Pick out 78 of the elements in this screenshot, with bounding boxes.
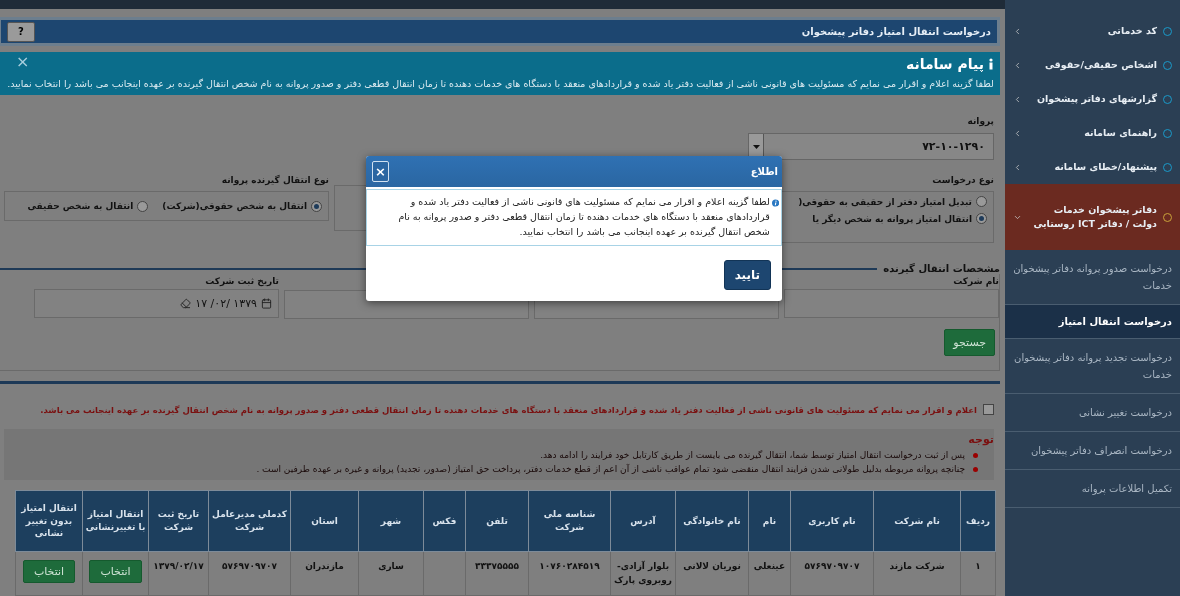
table-cell: بلوار آزادی- روبروی پارک xyxy=(610,551,676,596)
date-field[interactable]: ۱۳۷۹ /۰۲/ ۱۷ xyxy=(34,289,279,318)
help-button[interactable]: ? xyxy=(7,21,35,42)
page-title: درخواست انتقال امتیاز دفاتر پیشخوان xyxy=(801,26,991,37)
info-icon xyxy=(988,58,994,70)
sidebar-item[interactable]: کد خدماتی xyxy=(1005,14,1180,48)
sidebar-item[interactable]: راهنمای سامانه xyxy=(1005,116,1180,150)
submenu-item[interactable]: درخواست تجدید پروانه دفاتر پیشخوان خدمات xyxy=(1005,339,1180,394)
table-cell: نوریان لالانی xyxy=(675,551,749,596)
sidebar-item[interactable]: پیشنهاد/خطای سامانه xyxy=(1005,150,1180,184)
select-button[interactable]: انتخاب xyxy=(89,560,142,583)
chevron-icon xyxy=(1013,128,1022,138)
radio-option[interactable]: انتقال به شخص حقیقی xyxy=(27,200,149,212)
caret-icon xyxy=(752,144,760,149)
table-cell: ۱ xyxy=(960,551,996,596)
radio-option[interactable]: انتقال به شخص حقوقی(شرکت) xyxy=(162,200,322,212)
group-label: نوع درخواست xyxy=(932,175,994,185)
column-header: انتقال امتیاز بدون تغییر نشانی xyxy=(15,490,83,552)
sidebar-item[interactable]: دفاتر پیشخوان خدمات دولت / دفاتر ICT روستایی xyxy=(1005,184,1180,250)
column-header: تاریخ ثبت شرکت xyxy=(148,490,209,552)
message-title: پیام سامانه xyxy=(905,56,984,72)
chevron-icon xyxy=(1013,26,1022,36)
column-header: فکس xyxy=(423,490,466,552)
radio-option[interactable]: انتقال امتیاز پروانه به شخص دیگر یا xyxy=(771,213,987,224)
chevron-icon xyxy=(1013,162,1022,172)
column-header: ردیف xyxy=(960,490,996,552)
table-cell: شرکت مازند xyxy=(873,551,961,596)
column-header: نام xyxy=(748,490,791,552)
chevron-icon xyxy=(1013,94,1022,104)
column-header: نام شرکت xyxy=(873,490,961,552)
confirm-button[interactable]: تایید xyxy=(723,259,771,290)
column-header: کدملی مدیرعامل شرکت xyxy=(208,490,291,552)
declaration-checkbox[interactable]: اعلام و اقرار می نمایم که مسئولیت های قانونی ناشی از فعالیت دفتر یاد شده و قراردادهای منعقد با دستگاه های خدمات دهنده تا زمان انتقال قطعی دفتر و صدور پروانه به نام شخص انتقال گیرنده بر عهده اینجانب می باشد. xyxy=(4,404,994,415)
notes-title: توجه xyxy=(967,433,994,446)
column-header: استان xyxy=(290,490,359,552)
table-cell: عینعلی xyxy=(748,551,791,596)
company-name-field[interactable] xyxy=(784,289,999,318)
note-text: چنانچه پروانه مربوطه بدلیل طولانی شدن فرایند انتقال منقضی شود تمام عواقب ناشی از آن اعم از قطع خدمات دفتر، پرداخت حق امتیاز (صدور، تجدید) پروانه و غیره بر عهده طرفین است . xyxy=(256,464,965,474)
field-label: تاریخ ثبت شرکت xyxy=(204,276,279,286)
table-cell: ۱۳۷۹/۰۲/۱۷ xyxy=(148,551,209,596)
table-cell: ۱۰۷۶۰۲۸۴۵۱۹ xyxy=(528,551,611,596)
column-header: انتقال امتیاز با تغییرنشانی xyxy=(82,490,149,552)
column-header: نام خانوادگی xyxy=(675,490,749,552)
field-label: پروانه xyxy=(967,116,994,126)
column-header: شناسه ملی شرکت xyxy=(528,490,611,552)
table-cell: مازندران xyxy=(290,551,359,596)
note-text: پس از ثبت درخواست انتقال امتیاز توسط شما، انتقال گیرنده می بایست از طریق کارتابل خود فرایند را ادامه دهد. xyxy=(540,450,965,460)
license-select[interactable]: ۷۲-۱۰-۱۲۹۰ xyxy=(748,133,994,160)
column-header: تلفن xyxy=(465,490,529,552)
message-text: لطفا گزینه اعلام و اقرار می نمایم که مسئولیت های قانونی ناشی از فعالیت دفتر یاد شده و قراردادهای منعقد با دستگاه های خدمات دهنده تا زمان انتقال قطعی دفتر و صدور پروانه به نام شخص انتقال گیرنده بر عهده اینجانب می باشد را انتخاب نمایید. xyxy=(6,78,994,89)
submenu-item[interactable]: درخواست تغییر نشانی xyxy=(1005,394,1180,432)
dialog-message: لطفا گزینه اعلام و اقرار می نمایم که مسئولیت های قانونی ناشی از فعالیت دفتر یاد شده و قراردادهای منعقد با دستگاه های خدمات دهنده تا زمان انتقال قطعی دفتر و صدور پروانه به نام شخص انتقال گیرنده بر عهده اینجانب می باشد را انتخاب نمایید. xyxy=(397,195,770,240)
close-button[interactable]: × xyxy=(372,161,389,182)
dialog-title: اطلاع xyxy=(750,166,778,177)
table-cell: ۵۷۶۹۷۰۹۷۰۷ xyxy=(208,551,291,596)
column-header: آدرس xyxy=(610,490,676,552)
bullet-icon xyxy=(973,466,978,472)
column-header: نام کاربری xyxy=(790,490,874,552)
section-title: مشخصات انتقال گیرنده xyxy=(883,263,1000,274)
table-cell: ساری xyxy=(358,551,424,596)
eraser-icon xyxy=(180,298,192,309)
table-cell: ۳۳۳۷۵۵۵۵ xyxy=(465,551,529,596)
column-header: شهر xyxy=(358,490,424,552)
group-label: نوع انتقال گیرنده پروانه xyxy=(221,175,329,185)
sidebar-item[interactable]: گزارشهای دفاتر پیشخوان xyxy=(1005,82,1180,116)
search-button[interactable]: جستجو xyxy=(944,329,995,356)
bullet-icon xyxy=(973,452,978,458)
submenu-item[interactable]: درخواست انتقال امتیاز xyxy=(1005,305,1180,339)
radio-option[interactable]: تبدیل امتیاز دفتر از حقیقی به حقوقی( xyxy=(771,196,987,207)
select-button[interactable]: انتخاب xyxy=(22,560,76,583)
close-button[interactable]: × xyxy=(16,52,30,71)
chevron-icon xyxy=(1013,60,1022,70)
sidebar-item[interactable]: اشخاص حقیقی/حقوقی xyxy=(1005,48,1180,82)
submenu-item[interactable]: درخواست انصراف دفاتر پیشخوان xyxy=(1005,432,1180,470)
submenu-item[interactable]: تکمیل اطلاعات پروانه xyxy=(1005,470,1180,508)
table-cell: ۵۷۶۹۷۰۹۷۰۷ xyxy=(790,551,874,596)
field-label: نام شرکت xyxy=(952,276,999,286)
calendar-icon xyxy=(261,298,272,309)
